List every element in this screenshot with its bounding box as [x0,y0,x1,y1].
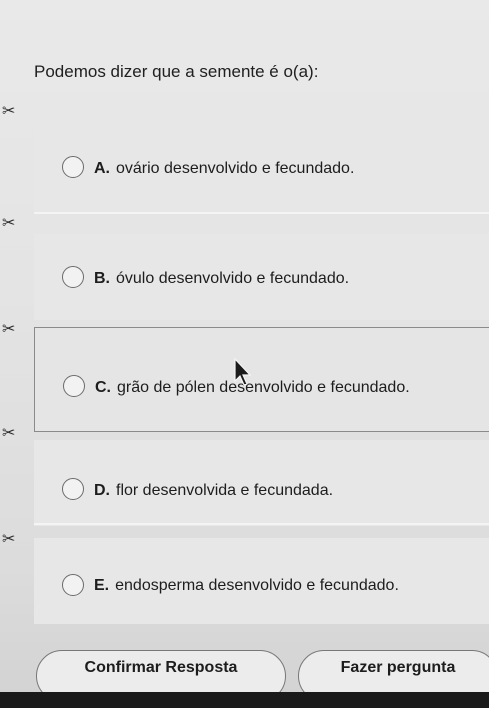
radio-b[interactable] [62,266,84,288]
option-e-text: endosperma desenvolvido e fecundado. [115,577,399,594]
option-a-letter: A. [94,160,110,177]
divider [34,212,489,214]
question-text: Podemos dizer que a semente é o(a): [34,62,319,81]
bottom-bar [0,692,489,708]
option-a-text: ovário desenvolvido e fecundado. [116,160,355,177]
option-d-letter: D. [94,482,110,499]
divider [34,523,489,525]
option-c-letter: C. [95,379,111,396]
radio-d[interactable] [62,478,84,500]
scissor-icon-c[interactable]: ✂ [2,322,24,338]
scissor-icon-e[interactable]: ✂ [2,532,24,548]
scissor-icon-b[interactable]: ✂ [2,216,24,232]
option-b-letter: B. [94,270,110,287]
option-e-letter: E. [94,577,110,594]
option-a[interactable]: A. ovário desenvolvido e fecundado. [34,126,489,212]
option-b[interactable]: B. óvulo desenvolvido e fecundado. [34,234,489,320]
option-d-text: flor desenvolvida e fecundada. [116,482,334,499]
scissor-icon-a[interactable]: ✂ [2,104,24,120]
option-c-text: grão de pólen desenvolvido e fecundado. [117,379,410,396]
option-c[interactable]: C. grão de pólen desenvolvido e fecundado… [34,327,489,432]
radio-e[interactable] [62,574,84,596]
radio-c[interactable] [63,375,85,397]
option-e[interactable]: E. endosperma desenvolvido e fecundado. [34,538,489,624]
mouse-cursor-icon [234,357,252,386]
scissor-icon-d[interactable]: ✂ [2,426,24,442]
option-d[interactable]: D. flor desenvolvida e fecundada. [34,440,489,526]
option-b-text: óvulo desenvolvido e fecundado. [116,270,350,287]
radio-a[interactable] [62,156,84,178]
